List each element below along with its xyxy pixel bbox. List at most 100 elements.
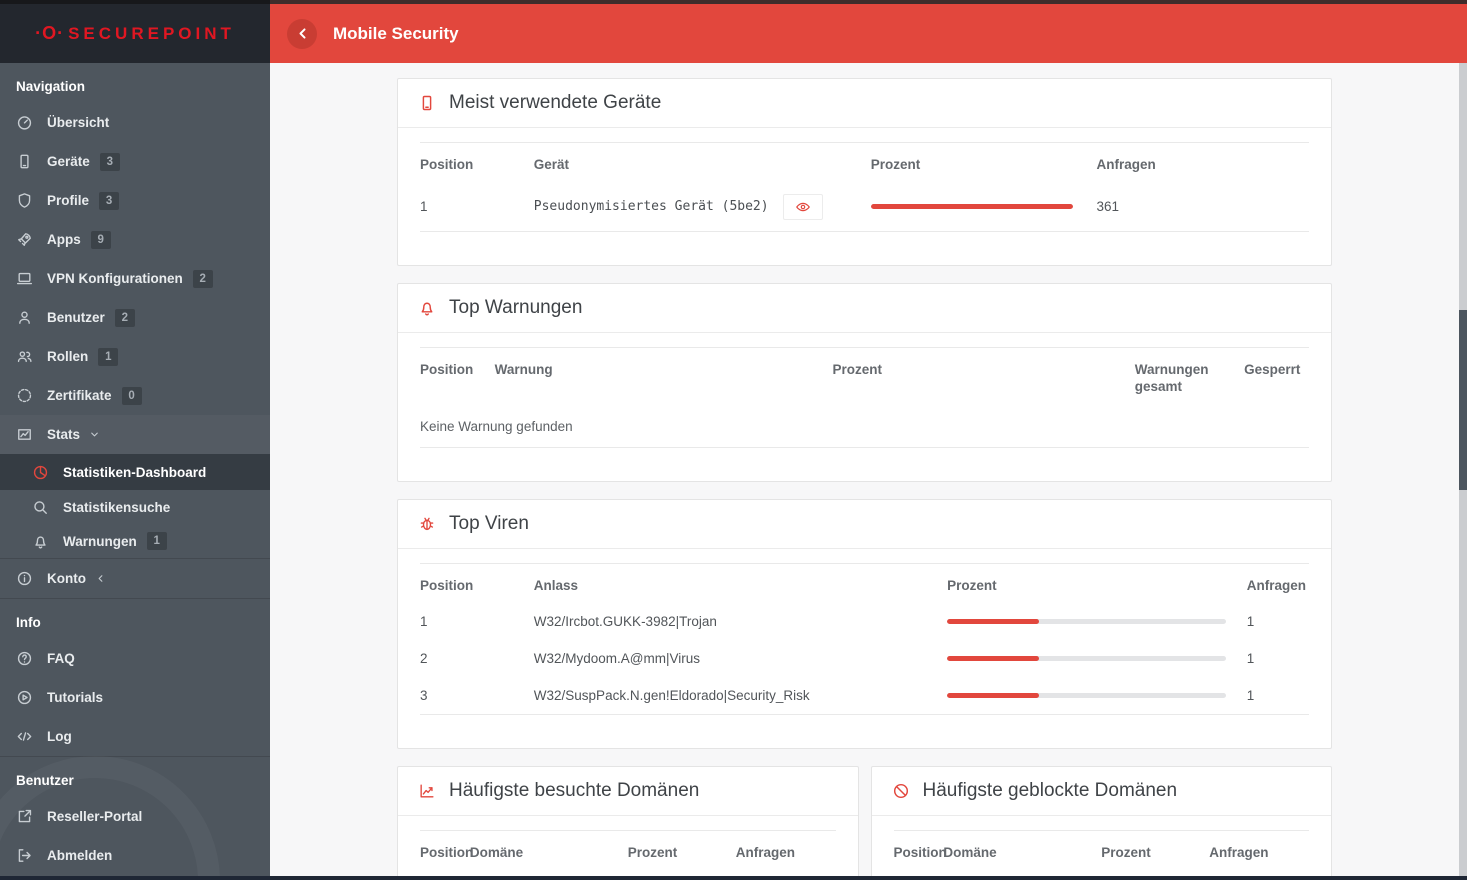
count-badge: 3	[99, 191, 120, 210]
percent-bar	[947, 656, 1227, 662]
app-window: ·O· SECUREPOINT Navigation Übersicht Ger…	[0, 0, 1467, 880]
column-header-position: Position	[420, 157, 474, 172]
column-header-warning: Warnung	[494, 361, 553, 377]
column-header-domain: Domäne	[943, 845, 997, 861]
empty-state-text: Keine Warnung gefunden	[420, 418, 573, 434]
percent-bar	[947, 693, 1227, 699]
column-header-requests: Anfragen	[1209, 845, 1269, 861]
sidebar-item-statistikensuche[interactable]: Statistikensuche	[0, 490, 270, 524]
virus-name: W32/SuspPack.N.gen!Eldorado|Security_Ris…	[533, 688, 810, 704]
sidebar-item-label: VPN Konfigurationen	[47, 271, 183, 286]
chevron-down-icon	[89, 429, 100, 440]
main-content: Meist verwendete Geräte Position Gerät P…	[270, 63, 1459, 876]
info-circle-icon	[16, 570, 33, 587]
sidebar-item-faq[interactable]: FAQ	[0, 639, 270, 678]
column-header-cause: Anlass	[533, 577, 579, 593]
search-icon	[32, 499, 49, 516]
sidebar-item-label: Zertifikate	[47, 388, 112, 403]
sidebar-item-label: Tutorials	[47, 690, 104, 705]
sidebar-item-label: Apps	[47, 232, 81, 247]
sidebar-section-info: Info	[16, 615, 41, 630]
sidebar: ·O· SECUREPOINT Navigation Übersicht Ger…	[0, 4, 270, 876]
pie-chart-icon	[32, 464, 49, 481]
question-circle-icon	[16, 650, 33, 667]
sidebar-item-statistiken-dashboard[interactable]: Statistiken-Dashboard	[0, 454, 270, 490]
sidebar-item-log[interactable]: Log	[0, 717, 270, 756]
viruses-table: Position Anlass Prozent Anfragen 1 W32/I…	[420, 562, 1309, 716]
ban-icon	[892, 782, 910, 800]
count-badge: 2	[192, 269, 213, 288]
sidebar-section-navigation: Navigation	[16, 79, 86, 94]
devices-table: Position Gerät Prozent Anfragen 1 Pseudo…	[420, 142, 1309, 232]
chart-icon	[16, 426, 33, 443]
sidebar-item-apps[interactable]: Apps 9	[0, 220, 270, 259]
sidebar-item-benutzer[interactable]: Benutzer 2	[0, 298, 270, 337]
position-value: 3	[420, 688, 428, 704]
sidebar-item-vpn-konfigurationen[interactable]: VPN Konfigurationen 2	[0, 259, 270, 298]
shield-icon	[16, 192, 33, 209]
page-title: Mobile Security	[333, 23, 459, 43]
sidebar-item-konto[interactable]: Konto	[0, 559, 270, 598]
bell-icon	[32, 533, 49, 550]
securepoint-logo[interactable]: ·O· SECUREPOINT	[0, 4, 270, 63]
card-title: Top Warnungen	[449, 296, 583, 318]
column-header-position: Position	[420, 361, 474, 377]
sidebar-item-label: FAQ	[47, 651, 75, 666]
column-header-percent: Prozent	[832, 361, 882, 377]
chevron-left-icon	[296, 27, 309, 40]
sidebar-item-zertifikate[interactable]: Zertifikate 0	[0, 376, 270, 415]
column-header-position: Position	[420, 577, 474, 593]
sidebar-item-geraete[interactable]: Geräte 3	[0, 142, 270, 181]
sidebar-item-profile[interactable]: Profile 3	[0, 181, 270, 220]
view-device-button[interactable]	[782, 193, 823, 220]
column-header-percent: Prozent	[1101, 845, 1151, 861]
percent-bar	[870, 204, 1073, 210]
column-header-percent: Prozent	[627, 845, 678, 861]
table-row: 3 W32/SuspPack.N.gen!Eldorado|Security_R…	[420, 677, 1309, 714]
eye-icon	[795, 199, 811, 215]
position-value: 2	[420, 651, 428, 667]
bell-icon	[418, 299, 436, 317]
logo-text: SECUREPOINT	[68, 23, 235, 43]
back-button[interactable]	[287, 18, 317, 49]
sidebar-item-label: Log	[47, 729, 72, 744]
requests-value: 361	[1096, 199, 1120, 215]
sidebar-item-rollen[interactable]: Rollen 1	[0, 337, 270, 376]
sidebar-item-label: Statistiken-Dashboard	[63, 464, 207, 480]
gauge-icon	[16, 114, 33, 131]
percent-bar	[947, 619, 1227, 625]
column-header-percent: Prozent	[870, 157, 921, 172]
requests-value: 1	[1246, 651, 1255, 667]
scrollbar-thumb[interactable]	[1459, 310, 1467, 490]
count-badge: 1	[146, 532, 167, 550]
column-header-domain: Domäne	[469, 845, 524, 861]
sidebar-item-label: Geräte	[47, 154, 90, 169]
laptop-icon	[16, 270, 33, 287]
sidebar-item-warnungen[interactable]: Warnungen 1	[0, 524, 270, 558]
sidebar-item-label: Statistikensuche	[63, 499, 171, 515]
card-top-warnings: Top Warnungen Position Warnung Prozent W…	[397, 282, 1332, 482]
card-title: Meist verwendete Geräte	[449, 92, 662, 113]
sidebar-item-stats[interactable]: Stats	[0, 415, 270, 454]
card-top-visited-domains: Häufigste besuchte Domänen Position Domä…	[397, 766, 859, 876]
count-badge: 3	[99, 152, 120, 171]
phone-icon	[16, 153, 33, 170]
window-top-edge	[0, 0, 1467, 4]
column-header-position: Position	[420, 845, 474, 861]
page-header: Mobile Security	[270, 4, 1467, 63]
sidebar-item-label: Übersicht	[47, 115, 110, 130]
vertical-scrollbar[interactable]	[1459, 63, 1467, 876]
requests-value: 1	[1246, 614, 1255, 630]
count-badge: 0	[121, 386, 142, 405]
visited-domains-table: Position Domäne Prozent Anfragen 1 spieg…	[420, 830, 836, 876]
card-title: Top Viren	[449, 512, 529, 534]
sidebar-item-uebersicht[interactable]: Übersicht	[0, 103, 270, 142]
chevron-left-icon	[95, 573, 106, 584]
certificate-seal-icon	[16, 387, 33, 404]
sidebar-item-label: Profile	[47, 193, 90, 208]
play-circle-icon	[16, 689, 33, 706]
card-most-used-devices: Meist verwendete Geräte Position Gerät P…	[397, 78, 1332, 266]
sidebar-item-label: Rollen	[47, 349, 89, 364]
column-header-requests: Anfragen	[1096, 157, 1156, 172]
sidebar-item-tutorials[interactable]: Tutorials	[0, 678, 270, 717]
